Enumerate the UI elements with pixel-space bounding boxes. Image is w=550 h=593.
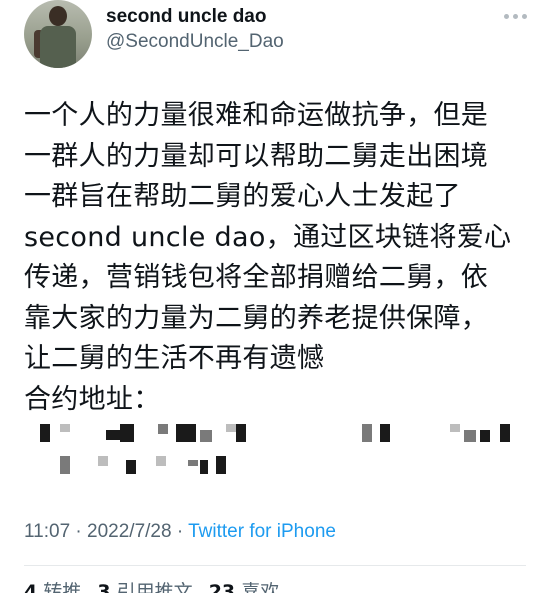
- redaction-block: [126, 460, 136, 474]
- more-dot: [521, 13, 527, 19]
- redaction-block: [156, 456, 166, 466]
- user-handle[interactable]: @SecondUncle_Dao: [106, 31, 284, 53]
- redaction-block: [106, 430, 120, 440]
- tweet-source-link[interactable]: Twitter for iPhone: [188, 521, 336, 542]
- tweet-meta: 11:07 · 2022/7/28 · Twitter for iPhone: [24, 521, 336, 543]
- more-horizontal-icon[interactable]: [502, 8, 528, 24]
- redaction-block: [450, 424, 460, 432]
- redaction-block: [98, 456, 108, 466]
- tweet-line: 让二舅的生活不再有遗憾: [24, 343, 325, 374]
- tweet-line: 一群人的力量却可以帮助二舅走出困境: [24, 140, 489, 172]
- tweet-line: 靠大家的力量为二舅的养老提供保障，: [24, 302, 489, 334]
- redaction-block: [188, 460, 198, 466]
- redaction-block: [500, 424, 510, 442]
- redaction-block: [158, 424, 168, 434]
- redaction-block: [60, 456, 70, 474]
- redaction-block: [380, 424, 390, 442]
- likes-stat[interactable]: 23 喜欢: [209, 581, 280, 593]
- redacted-contract-address: [24, 416, 544, 486]
- retweets-label: 转推: [43, 581, 82, 593]
- retweets-count: 4: [24, 581, 38, 593]
- redaction-block: [40, 424, 50, 442]
- redaction-block: [362, 424, 372, 442]
- retweets-stat[interactable]: 4 转推: [24, 581, 81, 593]
- likes-label: 喜欢: [241, 581, 280, 593]
- meta-separator: ·: [171, 521, 189, 542]
- tweet-line: 合约地址：: [24, 383, 161, 415]
- display-name[interactable]: second uncle dao: [106, 6, 266, 28]
- quotes-label: 引用推文: [116, 581, 193, 593]
- redaction-block: [236, 424, 246, 442]
- redaction-block: [464, 430, 476, 442]
- redaction-block: [226, 424, 236, 432]
- avatar-figure-head: [49, 6, 67, 26]
- redaction-block: [60, 424, 70, 432]
- redaction-block: [216, 456, 226, 474]
- redaction-block: [200, 460, 208, 474]
- avatar[interactable]: [24, 0, 92, 68]
- tweet-line: 一群旨在帮助二舅的爱心人士发起了: [24, 181, 461, 212]
- tweet-time[interactable]: 11:07: [24, 521, 70, 542]
- tweet-stats: 4 转推 3 引用推文 23 喜欢: [24, 577, 289, 593]
- more-dot: [512, 13, 518, 19]
- tweet-line: second uncle dao，通过区块链将爱心: [24, 221, 512, 253]
- redaction-block: [480, 430, 490, 442]
- likes-count: 23: [208, 581, 236, 593]
- tweet-header: second uncle dao @SecondUncle_Dao: [0, 0, 550, 90]
- avatar-figure-body: [40, 26, 76, 68]
- redaction-block: [176, 424, 196, 442]
- more-dot: [503, 13, 509, 19]
- quotes-stat[interactable]: 3 引用推文: [97, 581, 192, 593]
- meta-separator: ·: [70, 521, 88, 542]
- tweet-text: 一个人的力量很难和命运做抗争，但是 一群人的力量却可以帮助二舅走出困境 一群旨在…: [24, 96, 544, 420]
- redaction-block: [120, 424, 134, 442]
- tweet-line: 传递，营销钱包将全部捐赠给二舅，依: [24, 262, 489, 293]
- quotes-count: 3: [97, 581, 111, 593]
- tweet-date[interactable]: 2022/7/28: [87, 521, 172, 542]
- divider: [24, 565, 526, 566]
- redaction-block: [200, 430, 212, 442]
- tweet-line: 一个人的力量很难和命运做抗争，但是: [24, 100, 489, 131]
